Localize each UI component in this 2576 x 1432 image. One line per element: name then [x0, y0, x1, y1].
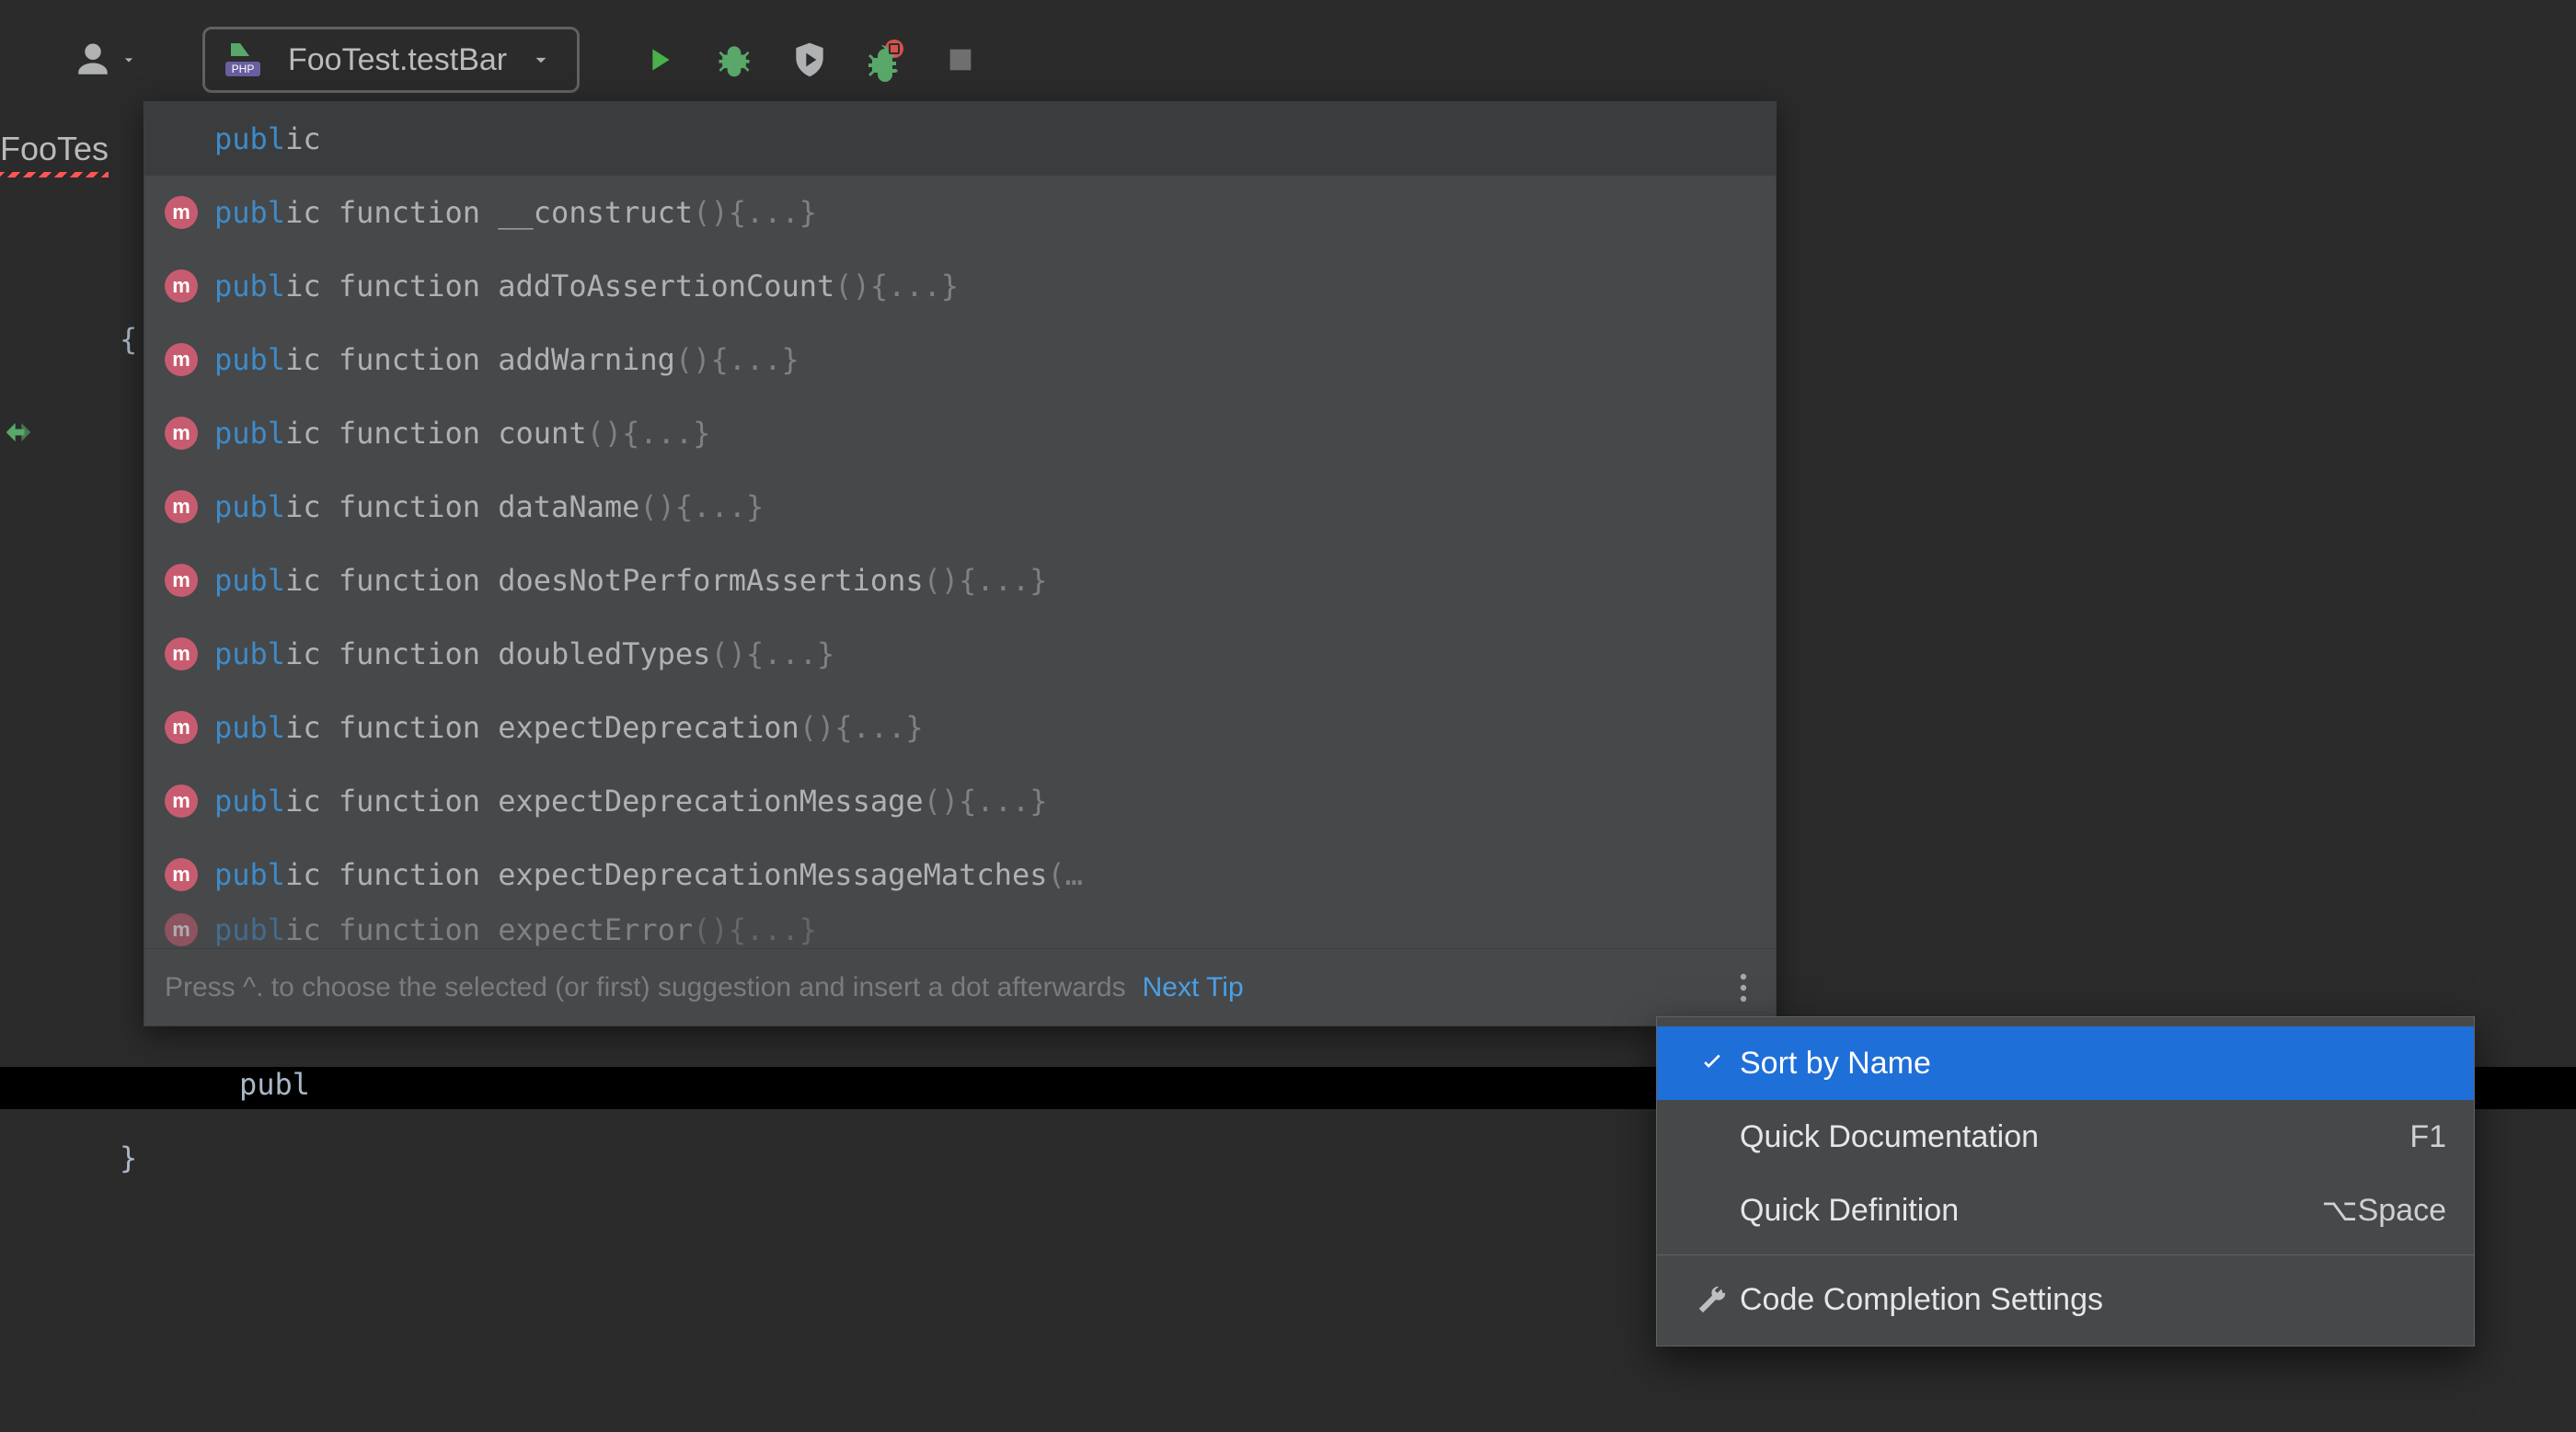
method-badge-icon: m [165, 637, 198, 670]
chevron-down-icon [120, 51, 138, 69]
run-configuration-label: FooTest.testBar [288, 42, 507, 78]
completion-item[interactable]: m public function doubledTypes(){...} [144, 617, 1776, 691]
completion-item[interactable]: m public function expectDeprecation(){..… [144, 691, 1776, 764]
completion-menu-button[interactable] [1739, 972, 1748, 1003]
debug-button[interactable] [710, 36, 758, 84]
method-badge-icon: m [165, 858, 198, 891]
completion-item[interactable]: m public function expectDeprecationMessa… [144, 838, 1776, 911]
editor-tab-label: FooTes [0, 130, 109, 167]
user-icon [74, 40, 112, 79]
method-badge-icon: m [165, 417, 198, 450]
method-badge-icon: m [165, 343, 198, 376]
menu-item-label: Quick Definition [1740, 1193, 2321, 1229]
completion-item[interactable]: m public function doesNotPerformAssertio… [144, 544, 1776, 617]
method-badge-icon: m [165, 196, 198, 229]
menu-item-shortcut: ⌥Space [2321, 1192, 2446, 1229]
method-badge-icon: m [165, 711, 198, 744]
stop-button[interactable] [937, 36, 984, 84]
method-badge-icon: m [165, 913, 198, 946]
completion-footer: Press ^. to choose the selected (or firs… [144, 948, 1776, 1025]
vertical-dots-icon [1739, 972, 1748, 1003]
menu-quick-definition[interactable]: Quick Definition ⌥Space [1657, 1174, 2474, 1247]
method-badge-icon: m [165, 564, 198, 597]
run-configuration-dropdown[interactable]: PHP FooTest.testBar [202, 27, 580, 93]
code-completion-popup: m public m public function __construct()… [144, 101, 1777, 1026]
php-test-icon: PHP [225, 41, 270, 78]
completion-kw-rest: ic [285, 121, 321, 156]
vcs-change-marker-icon[interactable] [0, 414, 37, 458]
run-button[interactable] [635, 36, 683, 84]
method-badge-icon: m [165, 269, 198, 303]
editor-tabstrip: FooTes [0, 120, 109, 184]
vcs-user-dropdown[interactable] [74, 40, 138, 79]
next-tip-link[interactable]: Next Tip [1143, 972, 1244, 1003]
completion-item[interactable]: m public function addWarning(){...} [144, 323, 1776, 396]
completion-item[interactable]: m public function expectError(){...} [144, 911, 1776, 948]
menu-sort-by-name[interactable]: Sort by Name [1657, 1026, 2474, 1100]
menu-item-label: Sort by Name [1740, 1046, 2446, 1082]
method-badge-icon: m [165, 785, 198, 818]
menu-code-completion-settings[interactable]: Code Completion Settings [1657, 1263, 2474, 1336]
method-badge-icon: m [165, 490, 198, 523]
completion-item[interactable]: m public function __construct(){...} [144, 176, 1776, 249]
menu-item-label: Quick Documentation [1740, 1119, 2409, 1155]
completion-item[interactable]: m public function expectDeprecationMessa… [144, 764, 1776, 838]
editor-tab[interactable]: FooTes [0, 120, 109, 183]
completion-kw-match: publ [214, 121, 285, 156]
completion-hint: Press ^. to choose the selected (or firs… [165, 972, 1126, 1003]
completion-context-menu: Sort by Name Quick Documentation F1 Quic… [1656, 1016, 2475, 1346]
wrench-icon [1685, 1284, 1740, 1315]
shield-run-icon [789, 40, 830, 80]
check-icon [1685, 1049, 1740, 1077]
code-brace-close: } [120, 1140, 137, 1175]
svg-text:PHP: PHP [232, 63, 255, 75]
profile-button[interactable] [861, 36, 909, 84]
chevron-down-icon [529, 48, 553, 72]
bug-stop-icon [863, 38, 907, 82]
bug-icon [714, 40, 754, 80]
completion-item[interactable]: m public function count(){...} [144, 396, 1776, 470]
completion-item[interactable]: m public function addToAssertionCount(){… [144, 249, 1776, 323]
run-with-coverage-button[interactable] [786, 36, 834, 84]
menu-item-shortcut: F1 [2409, 1119, 2446, 1155]
typed-text: publ [239, 1067, 310, 1102]
completion-item[interactable]: m public [144, 102, 1776, 176]
menu-item-label: Code Completion Settings [1740, 1282, 2446, 1318]
error-squiggle [0, 172, 109, 178]
menu-separator [1657, 1254, 2474, 1255]
menu-quick-documentation[interactable]: Quick Documentation F1 [1657, 1100, 2474, 1174]
code-brace-open: { [120, 322, 137, 357]
completion-item[interactable]: m public function dataName(){...} [144, 470, 1776, 544]
